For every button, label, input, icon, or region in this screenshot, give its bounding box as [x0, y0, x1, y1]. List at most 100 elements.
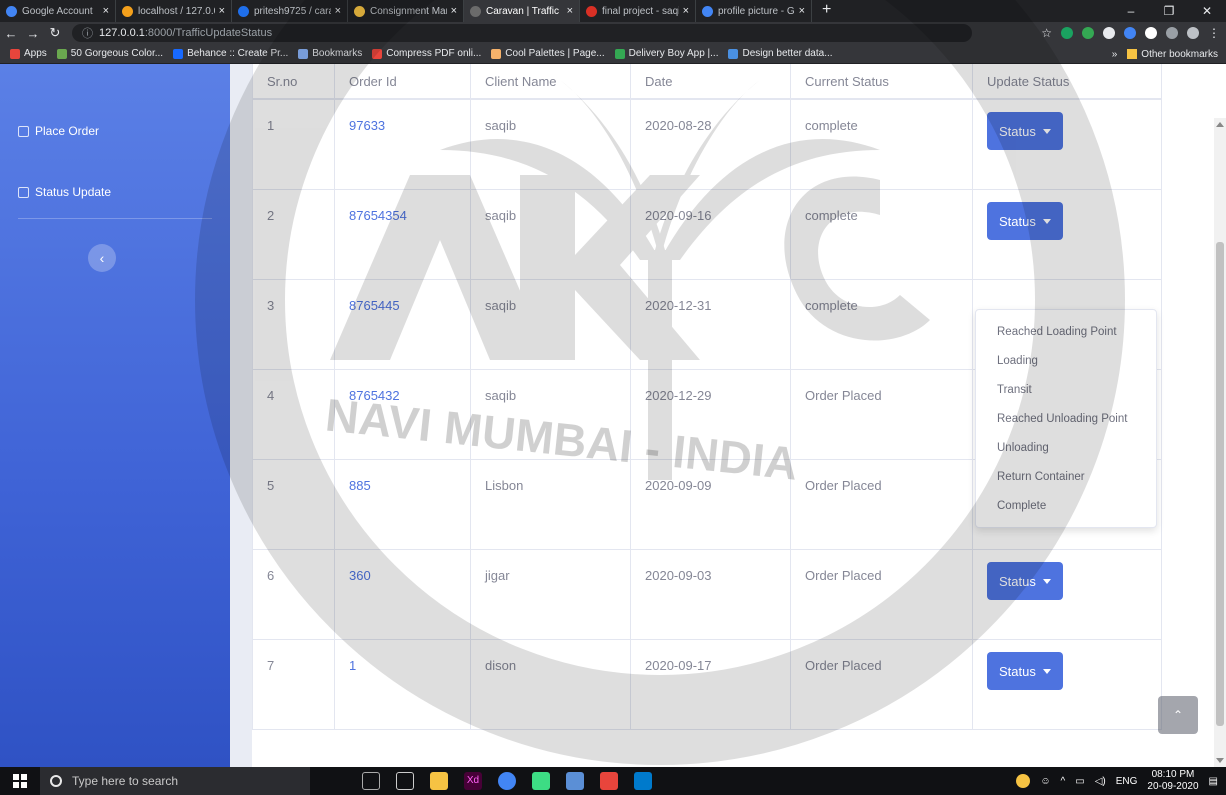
sidebar-item-place-order[interactable]: Place Order: [18, 124, 99, 138]
windows-start-icon[interactable]: [0, 767, 40, 795]
bookmark-item[interactable]: Behance :: Create Pr...: [173, 48, 288, 59]
scroll-down-icon[interactable]: [1216, 758, 1224, 763]
reload-icon[interactable]: ↻: [44, 25, 66, 41]
scroll-up-icon[interactable]: [1216, 122, 1224, 127]
scroll-to-top-button[interactable]: ⌃: [1158, 696, 1198, 734]
other-bookmarks[interactable]: Other bookmarks: [1127, 49, 1218, 60]
dropdown-item[interactable]: Loading: [976, 347, 1156, 376]
date-cell: 2020-09-17: [630, 640, 790, 729]
adobe-xd-icon[interactable]: Xd: [464, 772, 482, 790]
restore-icon[interactable]: ❐: [1150, 0, 1188, 22]
browser-tab[interactable]: Consignment Man ×: [348, 0, 464, 22]
back-icon[interactable]: ←: [0, 26, 22, 41]
more-bookmarks-button[interactable]: »: [1112, 49, 1118, 60]
order-id-link[interactable]: 8765445: [334, 280, 470, 369]
sidebar-item-status-update[interactable]: Status Update: [18, 185, 111, 199]
forward-icon[interactable]: →: [22, 26, 44, 41]
puzzle-icon[interactable]: [1166, 27, 1178, 39]
new-tab-button[interactable]: +: [812, 0, 841, 22]
bookmark-label: Bookmarks: [312, 48, 363, 59]
close-tab-icon[interactable]: ×: [335, 5, 341, 17]
status-dropdown-button[interactable]: Status: [987, 652, 1063, 690]
bookmark-item[interactable]: Delivery Boy App |...: [614, 48, 718, 59]
android-studio-icon[interactable]: [532, 772, 550, 790]
vscode-icon[interactable]: [634, 772, 652, 790]
dropdown-item[interactable]: Unloading: [976, 434, 1156, 463]
close-tab-icon[interactable]: ×: [683, 5, 689, 17]
app-icon[interactable]: [600, 772, 618, 790]
dropdown-item[interactable]: Reached Unloading Point: [976, 405, 1156, 434]
caret-down-icon: [1042, 668, 1051, 674]
close-window-icon[interactable]: ✕: [1188, 0, 1226, 22]
file-explorer-icon[interactable]: [430, 772, 448, 790]
help-icon[interactable]: [1016, 774, 1031, 788]
menu-dots-icon[interactable]: ⋮: [1208, 26, 1220, 40]
status-dropdown-button[interactable]: Status: [987, 562, 1063, 600]
extension-icon[interactable]: [1103, 27, 1115, 39]
sidebar-toggle-button[interactable]: ‹: [88, 244, 116, 272]
browser-tab[interactable]: profile picture - G ×: [696, 0, 812, 22]
bookmark-label: Apps: [24, 48, 47, 59]
dropdown-item[interactable]: Reached Loading Point: [976, 318, 1156, 347]
taskbar-search-input[interactable]: Type here to search: [40, 767, 310, 795]
status-dropdown-button[interactable]: Status: [987, 112, 1063, 150]
extension-icon[interactable]: [1124, 27, 1136, 39]
profile-avatar[interactable]: [1187, 27, 1199, 39]
bookmark-star-icon[interactable]: ☆: [1041, 26, 1052, 40]
order-id-link[interactable]: 97633: [334, 100, 470, 189]
order-id-link[interactable]: 87654354: [334, 190, 470, 279]
order-id-link[interactable]: 8765432: [334, 370, 470, 459]
clock[interactable]: 08:10 PM 20-09-2020: [1147, 769, 1198, 793]
url-input[interactable]: ⓘ 127.0.0.1 :8000/TrafficUpdateStatus: [72, 24, 972, 42]
tab-title: Consignment Man: [370, 5, 447, 17]
chevron-up-icon[interactable]: ^: [1061, 776, 1066, 787]
close-tab-icon[interactable]: ×: [799, 5, 805, 17]
task-view-icon[interactable]: [396, 772, 414, 790]
order-id-link[interactable]: 360: [334, 550, 470, 639]
minimize-icon[interactable]: –: [1112, 0, 1150, 22]
app-icon[interactable]: [566, 772, 584, 790]
bookmark-item[interactable]: 50 Gorgeous Color...: [56, 48, 163, 59]
gmail-icon: [586, 5, 597, 17]
chrome-icon[interactable]: [498, 772, 516, 790]
info-icon[interactable]: ⓘ: [82, 25, 93, 41]
scrollbar-thumb[interactable]: [1216, 242, 1224, 726]
bookmark-item[interactable]: Bookmarks: [298, 48, 362, 59]
browser-tab[interactable]: Google Account ×: [0, 0, 116, 22]
order-id-link[interactable]: 885: [334, 460, 470, 549]
volume-icon[interactable]: ◁): [1095, 776, 1106, 787]
dropdown-item[interactable]: Return Container: [976, 463, 1156, 492]
extension-icon[interactable]: [1082, 27, 1094, 39]
extension-icon[interactable]: [1145, 27, 1157, 39]
browser-tab[interactable]: localhost / 127.0.0 ×: [116, 0, 232, 22]
order-id-link[interactable]: 1: [334, 640, 470, 729]
extension-icon[interactable]: [1061, 27, 1073, 39]
page-scrollbar[interactable]: [1214, 118, 1226, 767]
bookmark-item[interactable]: Design better data...: [728, 48, 833, 59]
close-tab-icon[interactable]: ×: [567, 5, 573, 17]
content-gutter: [230, 64, 252, 767]
language-indicator[interactable]: ENG: [1116, 776, 1138, 787]
table-row: 2 87654354 saqib 2020-09-16 complete Status: [252, 190, 1162, 280]
browser-tab[interactable]: final project - saqi ×: [580, 0, 696, 22]
status-dropdown-button[interactable]: Status: [987, 202, 1063, 240]
bookmark-favicon: [372, 48, 383, 59]
sr-no-cell: 7: [252, 640, 334, 729]
bookmark-item[interactable]: Cool Palettes | Page...: [491, 48, 605, 59]
close-tab-icon[interactable]: ×: [451, 5, 457, 17]
status-button-label: Status: [999, 663, 1036, 679]
bookmark-apps[interactable]: Apps: [10, 48, 47, 59]
dropdown-item[interactable]: Transit: [976, 376, 1156, 405]
browser-tab[interactable]: pritesh9725 / cara ×: [232, 0, 348, 22]
notifications-icon[interactable]: ▤: [1209, 776, 1218, 787]
browser-tab-active[interactable]: Caravan | Traffic ×: [464, 0, 580, 22]
network-icon[interactable]: ▭: [1075, 776, 1084, 787]
people-icon[interactable]: ☺: [1040, 776, 1050, 787]
dropdown-item[interactable]: Complete: [976, 492, 1156, 521]
microphone-icon[interactable]: [362, 772, 380, 790]
caret-down-icon: [1042, 218, 1051, 224]
current-status-cell: complete: [790, 100, 972, 189]
close-tab-icon[interactable]: ×: [219, 5, 225, 17]
bookmark-item[interactable]: Compress PDF onli...: [372, 48, 481, 59]
close-tab-icon[interactable]: ×: [103, 5, 109, 17]
